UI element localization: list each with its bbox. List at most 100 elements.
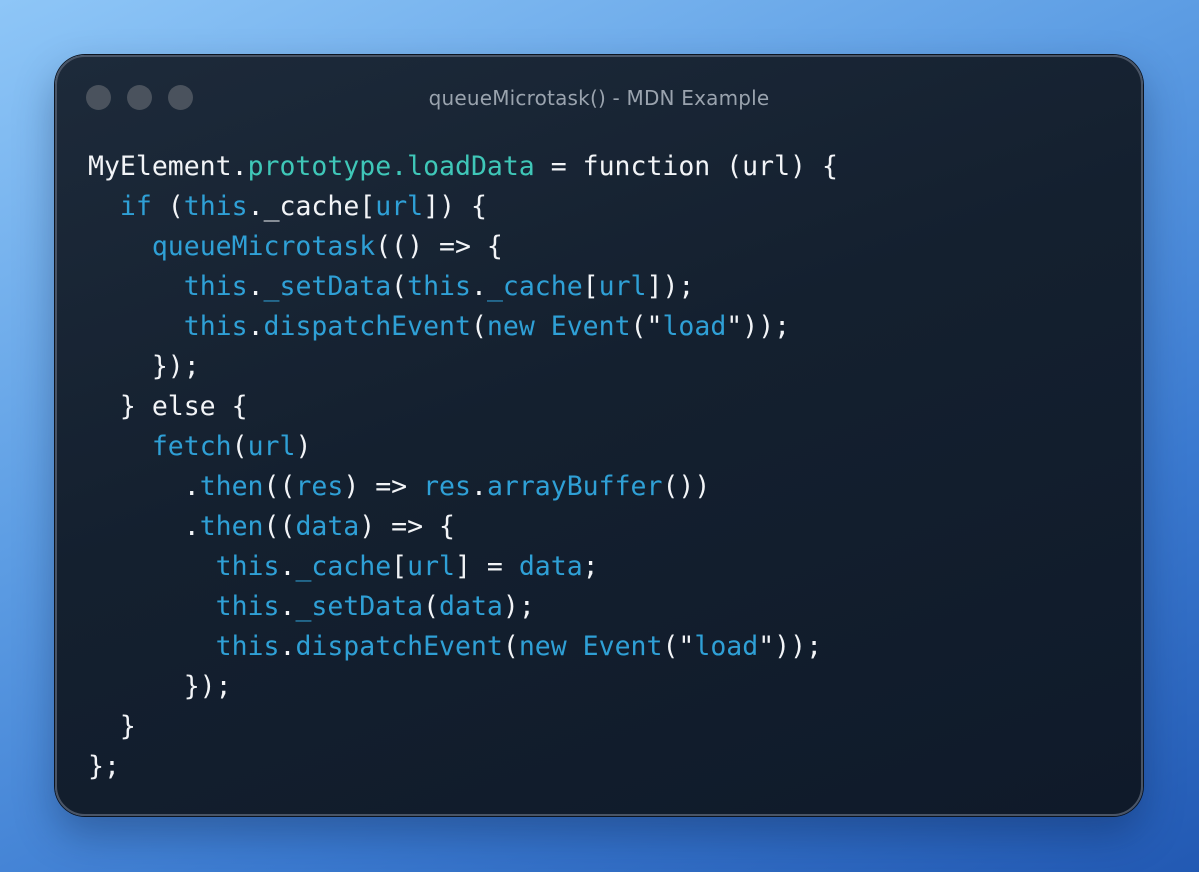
code-token: this (183, 271, 248, 302)
code-token: load (694, 631, 759, 662)
code-token: ) => { (359, 511, 455, 542)
code-token: ")); (758, 631, 823, 662)
code-token: ( (470, 311, 487, 342)
code-token: }); (88, 351, 200, 382)
code-window: queueMicrotask() - MDN Example MyElement… (55, 55, 1143, 816)
code-token: . (279, 591, 296, 622)
code-token: new (518, 631, 567, 662)
code-token: _setData (295, 591, 424, 622)
code-token: ) (295, 431, 312, 462)
code-token: . (88, 511, 200, 542)
code-token: url (598, 271, 647, 302)
code-token: this (183, 311, 248, 342)
code-token: _cache (263, 191, 360, 222)
code-token: [ (359, 191, 376, 222)
code-token: ; (582, 551, 599, 582)
code-token: data (439, 591, 503, 622)
code-token: (() => { (375, 231, 503, 262)
code-token: _cache (295, 551, 392, 582)
code-token: url (407, 551, 456, 582)
code-line: MyElement.prototype.loadData = function … (88, 147, 838, 187)
code-token: ); (502, 591, 535, 622)
code-token: (" (662, 631, 695, 662)
code-token: ( (423, 591, 440, 622)
code-token: (( (263, 471, 296, 502)
code-token: }; (88, 751, 120, 782)
code-token: [ (582, 271, 599, 302)
code-token: prototype (247, 151, 392, 182)
code-token: this (215, 631, 280, 662)
code-token: ) => (343, 471, 424, 502)
window-titlebar: queueMicrotask() - MDN Example (57, 57, 1141, 139)
code-token: = function (url) { (534, 151, 838, 182)
code-line: this._setData(this._cache[url]); (88, 267, 838, 307)
code-token: . (470, 271, 487, 302)
code-line: .then((data) => { (88, 507, 838, 547)
code-token: if (119, 191, 152, 222)
code-token: data (295, 511, 360, 542)
code-token: [ (391, 551, 408, 582)
code-token: fetch (151, 431, 232, 462)
code-line: this.dispatchEvent(new Event("load")); (88, 307, 838, 347)
code-token: then (199, 511, 264, 542)
code-token: dispatchEvent (295, 631, 503, 662)
code-token: data (518, 551, 583, 582)
code-token: this (215, 591, 280, 622)
code-token: . (470, 471, 487, 502)
code-token: this (183, 191, 248, 222)
code-token: _cache (486, 271, 583, 302)
code-token: ( (502, 631, 519, 662)
code-line: this.dispatchEvent(new Event("load")); (88, 627, 838, 667)
code-line: this._cache[url] = data; (88, 547, 838, 587)
code-token: then (199, 471, 264, 502)
code-line: }; (88, 747, 838, 787)
code-line: fetch(url) (88, 427, 838, 467)
code-line: }); (88, 347, 838, 387)
code-token: . (279, 631, 296, 662)
code-token: } (88, 711, 136, 742)
code-token: arrayBuffer (486, 471, 663, 502)
code-line: this._setData(data); (88, 587, 838, 627)
code-token: url (247, 431, 296, 462)
code-line: }); (88, 667, 838, 707)
code-token: this (407, 271, 471, 302)
code-line: if (this._cache[url]) { (88, 187, 838, 227)
code-token: new (486, 311, 535, 342)
code-token: } else { (88, 391, 248, 422)
code-token: res (295, 471, 344, 502)
code-token: (" (630, 311, 663, 342)
code-token: res (423, 471, 471, 502)
code-token: . (391, 151, 408, 182)
code-token: url (375, 191, 424, 222)
code-token: . (231, 151, 248, 182)
code-token: ( (391, 271, 408, 302)
code-token: ]); (646, 271, 695, 302)
code-token: loadData (407, 151, 535, 182)
code-token: ( (231, 431, 248, 462)
code-token: }); (88, 671, 232, 702)
code-token: dispatchEvent (263, 311, 471, 342)
code-token: (( (263, 511, 296, 542)
code-token: . (247, 311, 264, 342)
code-token: . (279, 551, 296, 582)
code-token: _setData (263, 271, 392, 302)
code-token: ]) { (423, 191, 487, 222)
code-token: . (247, 191, 264, 222)
code-token: Event (582, 631, 663, 662)
code-token: load (662, 311, 727, 342)
code-token: ( (151, 191, 184, 222)
code-token: ] = (455, 551, 519, 582)
code-token: . (88, 471, 200, 502)
code-line: queueMicrotask(() => { (88, 227, 838, 267)
code-token: ()) (662, 471, 711, 502)
code-line: } else { (88, 387, 838, 427)
